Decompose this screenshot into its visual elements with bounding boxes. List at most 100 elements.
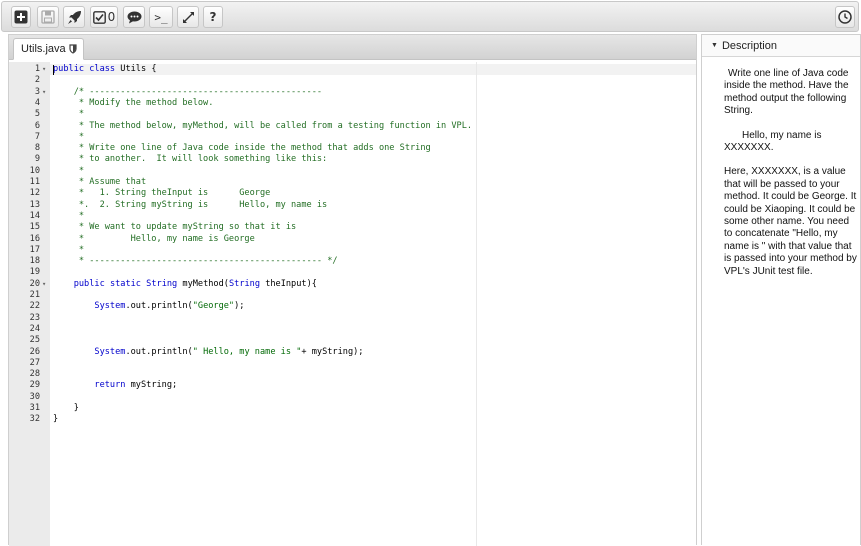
code-text: * [53,245,84,256]
code-token: * Hello, my name is George [53,233,255,244]
code-token: theInput){ [260,278,317,289]
code-token: * [53,109,85,120]
file-tab-label: Utils.java [21,43,66,55]
line-number: 20 [29,278,40,289]
description-header[interactable]: ▼ Description [702,35,860,57]
line-number: 22 [29,301,40,312]
code-token: * Assume that [53,177,147,187]
terminal-icon: >_ [154,10,168,24]
line-number: 12 [29,188,40,199]
description-body: Write one line of Java code inside the m… [724,68,858,290]
code-token: myString; [125,380,178,391]
line-number: 2 [34,75,40,86]
code-line: 23 [9,313,696,324]
code-text: * Assume that [53,177,146,188]
line-number: 13 [29,199,40,210]
code-line: 21 [9,290,696,301]
code-token: String [228,278,261,289]
code-text: * [53,109,84,120]
code-line: 26 System.out.println(" Hello, my name i… [9,347,696,358]
code-text: * The method below, myMethod, will be ca… [53,121,472,132]
code-token: * to another. It will look something lik… [53,154,328,165]
line-number: 9 [34,154,40,165]
file-tab-utils-java[interactable]: Utils.java [13,38,84,60]
line-number: 25 [29,335,40,346]
line-number: 4 [34,97,40,108]
file-tab-bar: Utils.java [9,35,696,60]
code-line: 15 * We want to update myString so that … [9,222,696,233]
description-paragraph: Write one line of Java code inside the m… [724,68,849,117]
code-line: 19 [9,267,696,278]
code-line: 7 * [9,132,696,143]
evaluate-count: 0 [107,10,116,24]
code-text: return myString; [53,380,177,391]
rocket-icon [67,10,81,24]
editor-pane: Utils.java 1 ▾ public class Utils {2 3 ▾ /* … [8,34,697,546]
code-token: class [89,64,116,74]
code-editor[interactable]: 1 ▾ public class Utils {2 3 ▾ /* -----------… [9,62,696,546]
code-token: * Modify the method below. [53,97,214,108]
code-line: 13 *. 2. String myString is Hello, my na… [9,200,696,211]
shield-icon [69,44,77,54]
fold-toggle-icon[interactable]: ▾ [42,279,46,290]
line-number: 3 [34,86,40,97]
line-number: 15 [29,222,40,233]
line-number: 17 [29,244,40,255]
code-line: 9 * to another. It will look something l… [9,154,696,165]
code-text: * Modify the method below. [53,97,214,109]
code-token: * [53,244,85,255]
code-text: * Write one line of Java code inside the… [53,143,431,154]
code-text: System.out.println(" Hello, my name is "… [53,347,363,358]
fold-toggle-icon[interactable]: ▾ [42,87,46,98]
line-number: 23 [29,312,40,323]
help-button[interactable]: ? [203,6,223,28]
text-cursor [53,65,54,75]
code-line: 10 * [9,166,696,177]
fullscreen-button[interactable] [177,6,199,28]
code-text: * [53,166,84,177]
code-token: * --------------------------------------… [53,256,338,267]
code-token: System [94,346,126,357]
description-paragraph: Hello, my name is XXXXXXX. [724,129,822,154]
line-number: 14 [29,210,40,221]
line-number: 27 [29,357,40,368]
code-token: /* -------------------------------------… [73,86,323,97]
code-line: 1 ▾ public class Utils { [9,64,696,75]
line-number: 18 [29,256,40,267]
run-button[interactable] [63,6,85,28]
code-text: * 1. String theInput is George [53,188,270,199]
code-token: } [53,403,79,413]
line-number: 10 [29,165,40,176]
code-text: * [53,211,84,222]
code-text: System.out.println("George"); [53,301,244,312]
code-line: 24 [9,324,696,335]
code-line: 4 * Modify the method below. [9,98,696,109]
timer-button[interactable] [835,6,855,28]
question-icon: ? [209,10,217,24]
code-line: 18 * -----------------------------------… [9,256,696,267]
code-token: public [73,278,105,289]
expand-arrows-icon [182,11,194,23]
description-title: Description [721,39,777,52]
floppy-disk-icon [41,10,55,24]
debug-button[interactable] [123,6,145,28]
new-file-button[interactable] [11,6,31,28]
code-token: "George" [192,301,235,312]
save-button[interactable] [37,6,59,28]
line-number: 1 [34,64,40,74]
code-line: 30 [9,392,696,403]
fold-toggle-icon[interactable]: ▾ [42,64,46,75]
collapse-triangle-icon: ▼ [711,42,718,49]
code-line: 29 return myString; [9,380,696,391]
code-token: * 1. String theInput is George [53,188,271,199]
evaluate-button[interactable]: 0 [90,6,118,28]
code-text: } [53,403,79,414]
code-text: } [53,414,58,425]
line-number: 30 [29,391,40,402]
console-button[interactable]: >_ [149,6,173,28]
checkbox-icon [92,10,106,24]
code-text: public class Utils { [53,64,157,75]
